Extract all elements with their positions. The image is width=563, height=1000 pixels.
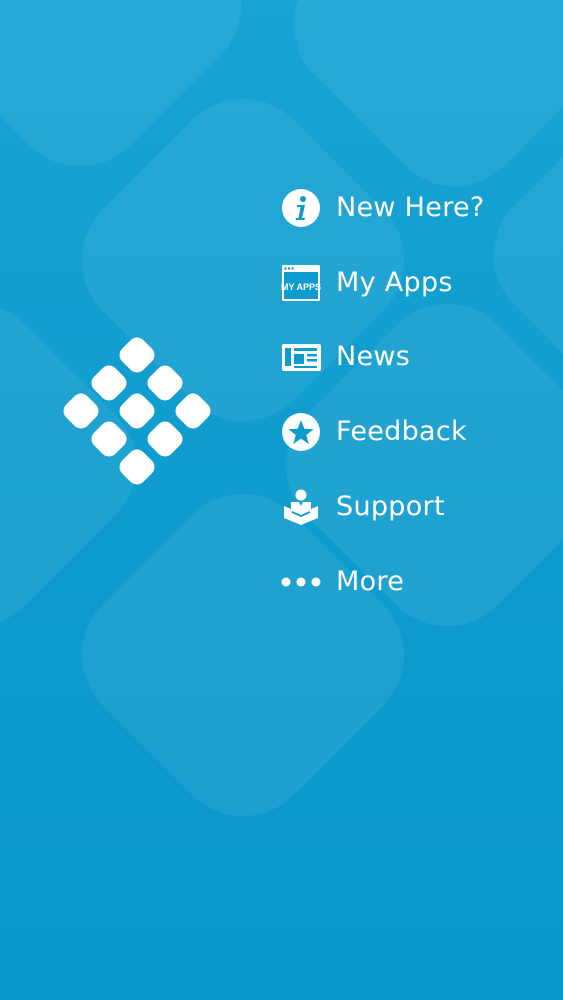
logo-dot <box>87 417 131 461</box>
menu-item-support[interactable]: Support <box>280 477 560 537</box>
menu-item-my-apps[interactable]: MY APPS My Apps <box>280 253 560 313</box>
menu-item-label: More <box>336 566 405 597</box>
logo-dot <box>115 333 159 377</box>
newspaper-icon <box>280 337 322 377</box>
my-apps-icon: MY APPS <box>280 263 322 303</box>
home-screen: New Here? MY APPS My Apps News Feedback … <box>0 0 563 1000</box>
menu-item-more[interactable]: More <box>280 552 560 612</box>
menu-item-label: My Apps <box>336 267 453 298</box>
logo-dot <box>171 389 215 433</box>
menu-item-label: Support <box>336 491 445 522</box>
menu-item-label: New Here? <box>336 192 485 223</box>
logo-dot <box>115 389 159 433</box>
support-icon <box>280 487 322 527</box>
menu-item-new-here[interactable]: New Here? <box>280 178 560 238</box>
logo-dot <box>143 361 187 405</box>
app-grid-logo-icon <box>58 333 216 492</box>
star-icon <box>280 412 322 452</box>
menu-item-label: News <box>336 341 411 372</box>
logo-dot <box>87 361 131 405</box>
menu-item-label: Feedback <box>336 416 467 447</box>
menu-item-feedback[interactable]: Feedback <box>280 402 560 462</box>
more-dots-icon <box>280 562 322 602</box>
logo-dot <box>115 445 159 489</box>
logo-dot <box>143 417 187 461</box>
menu-item-news[interactable]: News <box>280 327 560 387</box>
logo-dot <box>59 389 103 433</box>
my-apps-icon-text: MY APPS <box>281 282 321 292</box>
info-icon <box>280 188 322 228</box>
